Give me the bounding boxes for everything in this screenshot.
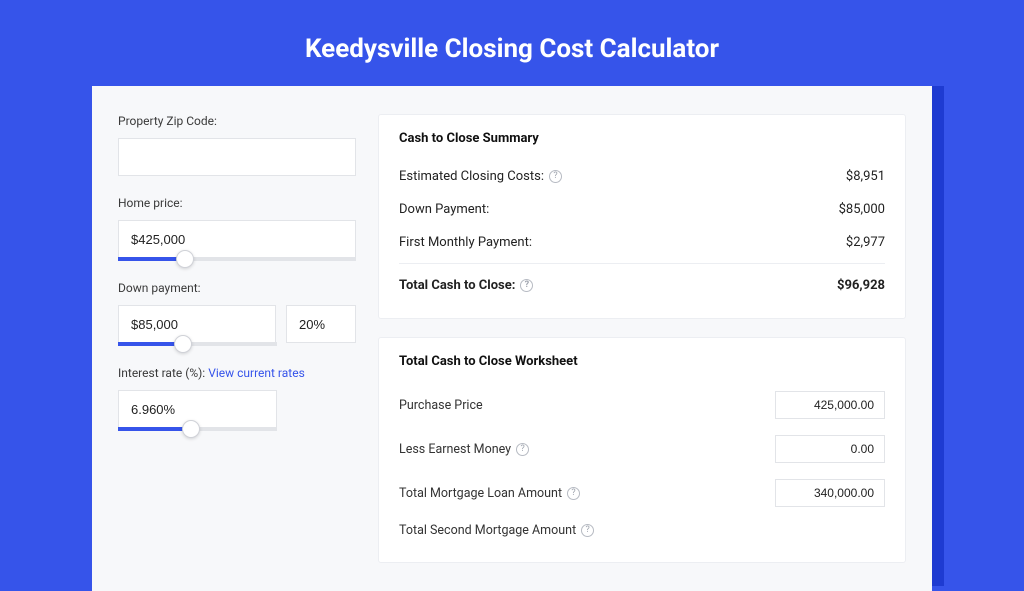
total-cash-value: $96,928 bbox=[837, 278, 885, 293]
home-price-label: Home price: bbox=[118, 196, 356, 210]
purchase-price-label: Purchase Price bbox=[399, 398, 483, 413]
summary-down-payment-value: $85,000 bbox=[839, 202, 885, 217]
down-payment-slider[interactable] bbox=[118, 342, 277, 346]
down-payment-label: Down payment: bbox=[118, 281, 356, 295]
results-column: Cash to Close Summary Estimated Closing … bbox=[378, 114, 906, 563]
zip-input[interactable] bbox=[118, 138, 356, 176]
first-payment-value: $2,977 bbox=[846, 235, 885, 250]
down-payment-amount-input[interactable] bbox=[118, 305, 276, 343]
help-icon[interactable]: ? bbox=[520, 279, 533, 292]
page-title: Keedysville Closing Cost Calculator bbox=[305, 34, 719, 64]
view-rates-link[interactable]: View current rates bbox=[208, 366, 305, 380]
help-icon[interactable]: ? bbox=[567, 487, 580, 500]
zip-label: Property Zip Code: bbox=[118, 114, 356, 128]
worksheet-title: Total Cash to Close Worksheet bbox=[399, 354, 885, 369]
slider-thumb[interactable] bbox=[182, 420, 200, 438]
first-payment-label: First Monthly Payment: bbox=[399, 235, 532, 250]
earnest-label: Less Earnest Money bbox=[399, 442, 511, 457]
help-icon[interactable]: ? bbox=[516, 443, 529, 456]
home-price-field-group: Home price: bbox=[118, 196, 356, 261]
down-payment-field-group: Down payment: bbox=[118, 281, 356, 346]
interest-rate-label: Interest rate (%): View current rates bbox=[118, 366, 356, 380]
earnest-input[interactable] bbox=[775, 435, 885, 463]
home-price-input[interactable] bbox=[118, 220, 356, 258]
summary-row-first-payment: First Monthly Payment: $2,977 bbox=[399, 226, 885, 259]
help-icon[interactable]: ? bbox=[581, 524, 594, 537]
total-mortgage-input[interactable] bbox=[775, 479, 885, 507]
total-mortgage-label: Total Mortgage Loan Amount bbox=[399, 486, 562, 501]
help-icon[interactable]: ? bbox=[549, 170, 562, 183]
summary-panel: Cash to Close Summary Estimated Closing … bbox=[378, 114, 906, 319]
closing-costs-label: Estimated Closing Costs: bbox=[399, 169, 544, 184]
interest-rate-slider[interactable] bbox=[118, 427, 277, 431]
worksheet-row-total-mortgage: Total Mortgage Loan Amount ? bbox=[399, 471, 885, 515]
home-price-slider[interactable] bbox=[118, 257, 356, 261]
slider-thumb[interactable] bbox=[174, 335, 192, 353]
summary-row-closing-costs: Estimated Closing Costs: ? $8,951 bbox=[399, 160, 885, 193]
summary-row-total: Total Cash to Close: ? $96,928 bbox=[399, 263, 885, 302]
worksheet-row-purchase-price: Purchase Price bbox=[399, 383, 885, 427]
summary-down-payment-label: Down Payment: bbox=[399, 202, 489, 217]
worksheet-row-second-mortgage: Total Second Mortgage Amount ? bbox=[399, 515, 885, 546]
closing-costs-value: $8,951 bbox=[846, 169, 885, 184]
worksheet-row-earnest: Less Earnest Money ? bbox=[399, 427, 885, 471]
total-cash-label: Total Cash to Close: bbox=[399, 278, 515, 293]
interest-rate-label-text: Interest rate (%): bbox=[118, 366, 208, 380]
worksheet-panel: Total Cash to Close Worksheet Purchase P… bbox=[378, 337, 906, 563]
purchase-price-input[interactable] bbox=[775, 391, 885, 419]
second-mortgage-label: Total Second Mortgage Amount bbox=[399, 523, 576, 538]
down-payment-percent-input[interactable] bbox=[286, 305, 356, 343]
calculator-card: Property Zip Code: Home price: Down paym… bbox=[92, 86, 932, 591]
inputs-column: Property Zip Code: Home price: Down paym… bbox=[118, 114, 356, 563]
interest-rate-field-group: Interest rate (%): View current rates bbox=[118, 366, 356, 431]
zip-field-group: Property Zip Code: bbox=[118, 114, 356, 176]
summary-row-down-payment: Down Payment: $85,000 bbox=[399, 193, 885, 226]
summary-title: Cash to Close Summary bbox=[399, 131, 885, 146]
slider-fill bbox=[118, 257, 185, 261]
slider-thumb[interactable] bbox=[176, 250, 194, 268]
slider-fill bbox=[118, 427, 191, 431]
